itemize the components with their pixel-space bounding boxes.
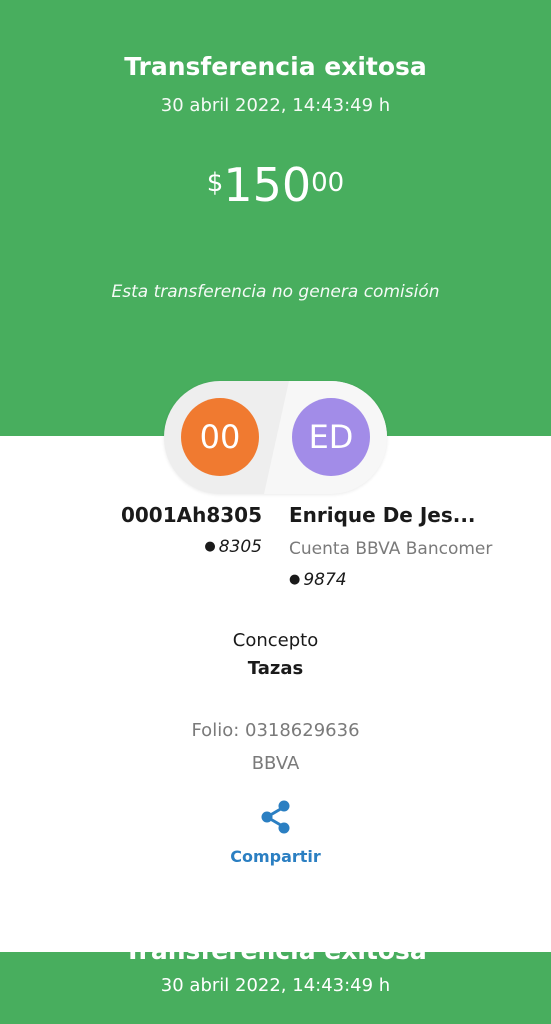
destination-account-number: ● 9874 bbox=[289, 570, 347, 590]
transfer-datetime: 30 abril 2022, 14:43:49 h bbox=[160, 95, 391, 116]
commission-note: Esta transferencia no genera comisión bbox=[111, 282, 440, 302]
footer-datetime: 30 abril 2022, 14:43:49 h bbox=[160, 975, 391, 996]
concept-label: Concepto bbox=[232, 630, 319, 651]
share-icon bbox=[261, 800, 290, 834]
destination-bank: Cuenta BBVA Bancomer bbox=[289, 539, 493, 559]
share-button[interactable]: Compartir bbox=[225, 798, 326, 870]
page-title: Transferencia exitosa bbox=[124, 52, 427, 81]
amount-decimals: 00 bbox=[311, 168, 345, 198]
transfer-parties-pill: 00 ED bbox=[164, 381, 387, 494]
destination-name: Enrique De Jes... bbox=[289, 503, 476, 527]
success-header: Transferencia exitosa 30 abril 2022, 14:… bbox=[0, 0, 551, 436]
amount-currency: $ bbox=[206, 168, 224, 198]
bullet-icon: ● bbox=[289, 572, 301, 587]
amount-integer: 150 bbox=[223, 158, 312, 212]
transfer-amount: $15000 bbox=[0, 162, 551, 208]
footer-title: Transferencia exitosa bbox=[0, 952, 551, 965]
origin-avatar: 00 bbox=[181, 398, 259, 476]
origin-account-name: 0001Ah8305 bbox=[120, 503, 262, 527]
destination-avatar: ED bbox=[292, 398, 370, 476]
concept-value: Tazas bbox=[247, 658, 304, 679]
bullet-icon: ● bbox=[204, 539, 216, 554]
footer-banner: Transferencia exitosa 30 abril 2022, 14:… bbox=[0, 952, 551, 1024]
folio-number: Folio: 0318629636 bbox=[191, 720, 360, 741]
share-label: Compartir bbox=[230, 847, 321, 866]
bank-name: BBVA bbox=[251, 753, 300, 774]
origin-account-number: ● 8305 bbox=[204, 537, 262, 557]
